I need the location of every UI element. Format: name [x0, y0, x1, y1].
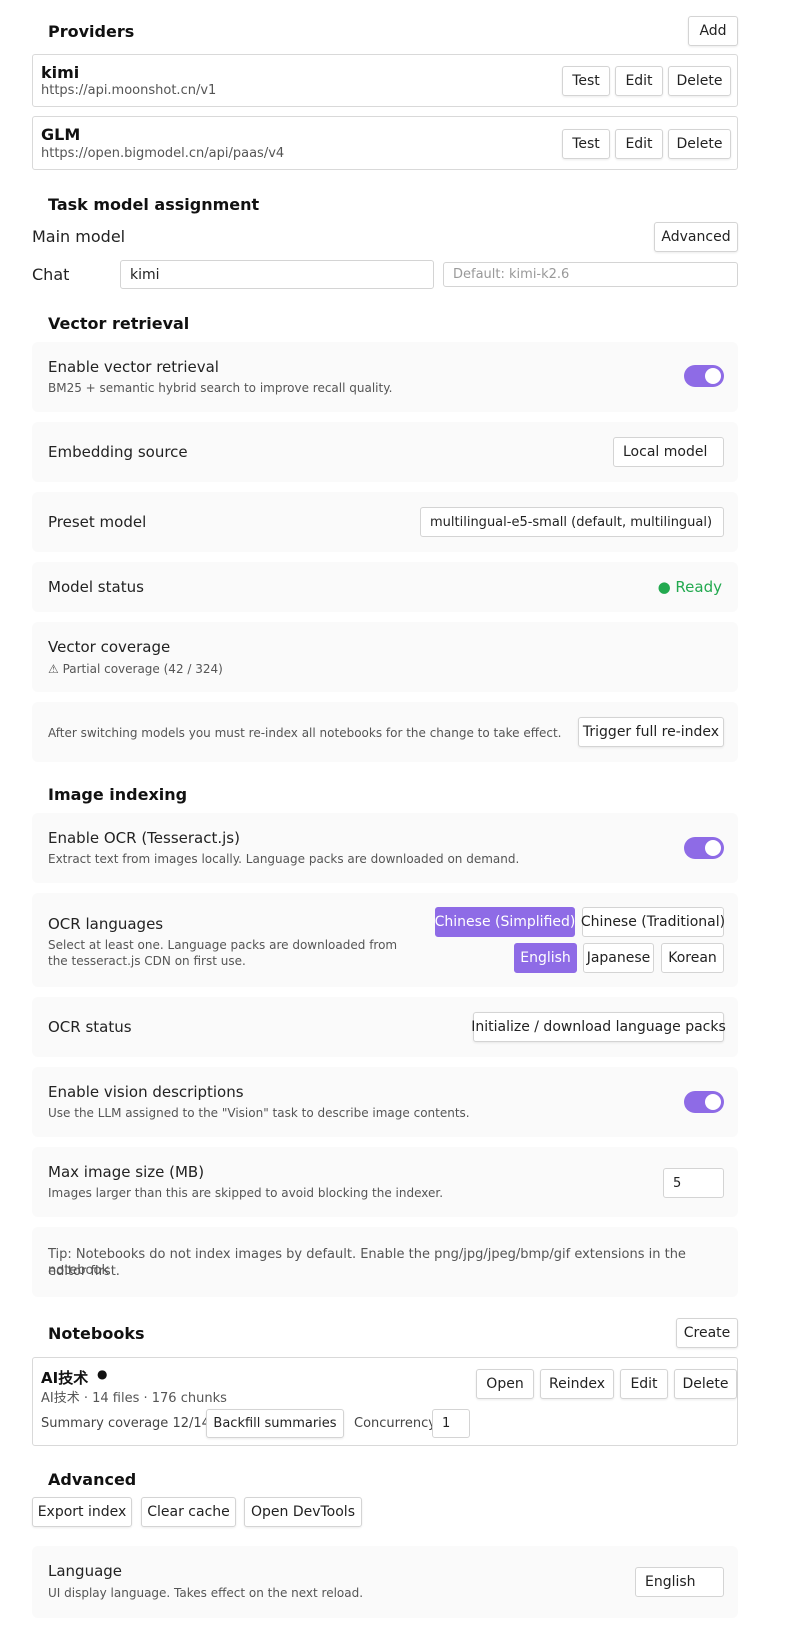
max-image-size-title: Max image size (MB): [48, 1163, 205, 1181]
max-image-size-desc: Images larger than this are skipped to a…: [48, 1186, 444, 1200]
create-notebook-button[interactable]: Create: [676, 1318, 738, 1348]
notebook-active-dot: ●: [97, 1367, 108, 1381]
provider-url: https://open.bigmodel.cn/api/paas/v4: [41, 146, 285, 161]
initialize-language-packs-button[interactable]: Initialize / download language packs: [471, 1012, 726, 1042]
model-status-card: Model status ● Ready: [32, 562, 738, 612]
vision-title: Enable vision descriptions: [48, 1083, 244, 1101]
ocr-status-card: OCR status Initialize / download languag…: [32, 997, 738, 1057]
enable-vector-desc: BM25 + semantic hybrid search to improve…: [48, 381, 393, 395]
concurrency-input[interactable]: 1: [432, 1409, 470, 1438]
edit-button[interactable]: Edit: [615, 66, 663, 96]
delete-button[interactable]: Delete: [668, 129, 731, 159]
preset-model-select[interactable]: multilingual-e5-small (default, multilin…: [420, 507, 724, 537]
provider-name: kimi: [41, 63, 80, 82]
enable-ocr-title: Enable OCR (Tesseract.js): [48, 829, 240, 847]
notebook-name: AI技术: [41, 1369, 89, 1387]
open-devtools-button[interactable]: Open DevTools: [244, 1497, 362, 1527]
chat-model-input[interactable]: Default: kimi-k2.6: [443, 262, 738, 287]
clear-cache-button[interactable]: Clear cache: [141, 1497, 236, 1527]
enable-ocr-toggle[interactable]: [684, 837, 724, 859]
vision-toggle[interactable]: [684, 1091, 724, 1113]
tip-text-2: editor first.: [48, 1264, 120, 1279]
reindex-note: After switching models you must re-index…: [48, 726, 562, 740]
concurrency-label: Concurrency: [354, 1416, 436, 1431]
language-desc: UI display language. Takes effect on the…: [48, 1586, 364, 1600]
task-model-section-title: Task model assignment: [48, 195, 260, 214]
summary-coverage: Summary coverage 12/14: [41, 1416, 210, 1431]
ocr-status-title: OCR status: [48, 1018, 132, 1036]
advanced-section-title: Advanced: [48, 1470, 137, 1489]
tip-text-1: Tip: Notebooks do not index images by de…: [48, 1247, 686, 1278]
vector-coverage-card: Vector coverage ⚠ Partial coverage (42 /…: [32, 622, 738, 692]
preset-model-title: Preset model: [48, 513, 147, 531]
reindex-card: After switching models you must re-index…: [32, 702, 738, 762]
language-select[interactable]: English: [635, 1567, 724, 1597]
vision-desc: Use the LLM assigned to the "Vision" tas…: [48, 1106, 470, 1120]
embedding-source-select[interactable]: Local model: [613, 437, 724, 467]
trigger-reindex-button[interactable]: Trigger full re-index: [578, 717, 724, 747]
vector-coverage-title: Vector coverage: [48, 638, 171, 656]
ocr-languages-desc-1: Select at least one. Language packs are …: [48, 938, 398, 952]
backfill-summaries-button[interactable]: Backfill summaries: [206, 1409, 344, 1438]
embedding-source-title: Embedding source: [48, 443, 188, 461]
provider-card-kimi: kimi https://api.moonshot.cn/v1 Test Edi…: [32, 54, 738, 107]
tip-card: Tip: Notebooks do not index images by de…: [32, 1227, 738, 1297]
image-section-title: Image indexing: [48, 785, 188, 804]
chat-provider-select[interactable]: kimi: [120, 260, 434, 289]
main-model-label: Main model: [32, 227, 126, 246]
language-chip-japanese[interactable]: Japanese: [583, 943, 654, 973]
language-title: Language: [48, 1562, 123, 1580]
enable-vector-card: Enable vector retrieval BM25 + semantic …: [32, 342, 738, 412]
language-chip-korean[interactable]: Korean: [661, 943, 724, 973]
delete-button[interactable]: Delete: [668, 66, 731, 96]
language-card: Language UI display language. Takes effe…: [32, 1546, 738, 1618]
reindex-notebook-button[interactable]: Reindex: [540, 1369, 614, 1399]
language-chip-chinese-traditional[interactable]: Chinese (Traditional): [581, 907, 725, 937]
ocr-languages-title: OCR languages: [48, 915, 164, 933]
vision-card: Enable vision descriptions Use the LLM a…: [32, 1067, 738, 1137]
preset-model-card: Preset model multilingual-e5-small (defa…: [32, 492, 738, 552]
test-button[interactable]: Test: [562, 129, 610, 159]
delete-notebook-button[interactable]: Delete: [674, 1369, 737, 1399]
max-image-size-input[interactable]: 5: [663, 1168, 724, 1198]
edit-button[interactable]: Edit: [615, 129, 663, 159]
notebook-meta: AI技术 · 14 files · 176 chunks: [41, 1391, 227, 1406]
model-status-value: ● Ready: [657, 578, 722, 596]
vector-section-title: Vector retrieval: [48, 314, 190, 333]
open-notebook-button[interactable]: Open: [476, 1369, 534, 1399]
embedding-source-card: Embedding source Local model: [32, 422, 738, 482]
notebook-card: AI技术 ● AI技术 · 14 files · 176 chunks Open…: [32, 1357, 738, 1446]
provider-card-glm: GLM https://open.bigmodel.cn/api/paas/v4…: [32, 116, 738, 170]
add-provider-button[interactable]: Add: [688, 16, 738, 46]
advanced-button[interactable]: Advanced: [654, 222, 738, 252]
edit-notebook-button[interactable]: Edit: [620, 1369, 668, 1399]
enable-vector-title: Enable vector retrieval: [48, 358, 219, 376]
enable-ocr-desc: Extract text from images locally. Langua…: [48, 852, 520, 866]
model-status-title: Model status: [48, 578, 144, 596]
test-button[interactable]: Test: [562, 66, 610, 96]
enable-vector-toggle[interactable]: [684, 365, 724, 387]
max-image-size-card: Max image size (MB) Images larger than t…: [32, 1147, 738, 1217]
providers-section-title: Providers: [48, 22, 135, 41]
ocr-languages-card: OCR languages Select at least one. Langu…: [32, 893, 738, 987]
provider-name: GLM: [41, 125, 81, 144]
language-chip-chinese-simplified[interactable]: Chinese (Simplified): [435, 907, 575, 937]
export-index-button[interactable]: Export index: [32, 1497, 132, 1527]
chat-label: Chat: [32, 265, 70, 284]
language-chip-english[interactable]: English: [514, 943, 577, 973]
vector-coverage-value: ⚠ Partial coverage (42 / 324): [48, 662, 223, 676]
ocr-languages-desc-2: the tesseract.js CDN on first use.: [48, 954, 246, 968]
provider-url: https://api.moonshot.cn/v1: [41, 83, 217, 98]
enable-ocr-card: Enable OCR (Tesseract.js) Extract text f…: [32, 813, 738, 883]
notebooks-section-title: Notebooks: [48, 1324, 145, 1343]
